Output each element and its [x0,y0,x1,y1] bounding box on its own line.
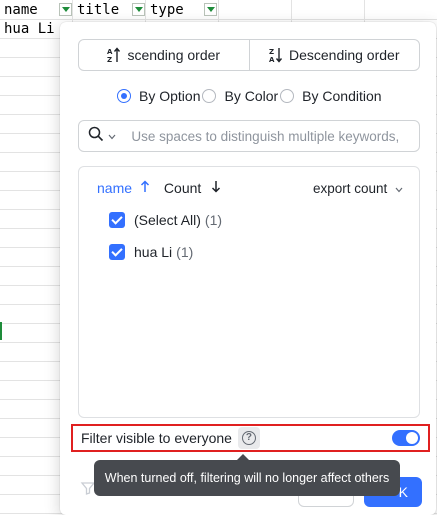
option-item-select-all[interactable]: (Select All) (1) [109,211,222,229]
arrow-up-icon [140,180,150,196]
chevron-down-icon [395,181,403,196]
option-checkbox[interactable] [109,244,125,260]
select-all-checkbox[interactable] [109,212,125,228]
chevron-down-icon [108,127,116,145]
selected-cell-marker [0,322,2,340]
help-button[interactable]: ? [237,427,260,449]
search-box [78,120,420,152]
radio-by-condition[interactable]: By Condition [280,88,382,104]
option-item-label: (Select All) [134,212,201,228]
svg-text:A: A [269,56,275,63]
sort-button-group: AZ scending order ZA Descending order [78,39,420,71]
sort-by-name-button[interactable]: name [97,180,150,196]
option-item-count: (1) [176,244,194,260]
svg-text:Z: Z [107,56,112,63]
radio-by-color-indicator [202,89,217,103]
column-header-name[interactable]: name [0,0,38,20]
column-filter-button-title[interactable] [132,3,145,16]
search-input[interactable] [129,127,419,145]
sort-descending-icon: ZA [269,47,283,63]
sort-ascending-label: scending order [127,47,221,63]
export-count-label: export count [312,180,388,196]
svg-text:Z: Z [269,48,274,56]
search-icon [88,126,104,147]
cell-name-row1[interactable]: hua Li [4,19,55,39]
radio-by-option[interactable]: By Option [117,88,200,104]
visibility-tooltip: When turned off, filtering will no longe… [94,454,400,496]
column-header-title[interactable]: title [73,0,119,20]
radio-by-option-label: By Option [139,88,201,104]
radio-by-condition-indicator [280,89,295,103]
radio-by-color-label: By Color [224,88,279,104]
export-count-dropdown[interactable]: export count [313,181,403,196]
arrow-down-icon [211,180,221,196]
filter-visibility-label: Filter visible to everyone [81,430,232,446]
search-scope-dropdown[interactable] [79,126,129,147]
radio-by-condition-label: By Condition [302,88,382,104]
sort-ascending-icon: AZ [107,47,121,63]
option-item-hua-li[interactable]: hua Li (1) [109,243,193,261]
filter-panel: AZ scending order ZA Descending order By… [60,22,436,515]
svg-text:A: A [107,48,113,56]
filter-mode-radio-group: By Option By Color By Condition [117,86,382,106]
radio-by-option-indicator [117,89,131,103]
filter-visibility-toggle[interactable] [392,430,420,446]
sort-by-count-button[interactable]: Count [164,180,221,196]
column-filter-button-name[interactable] [59,3,72,16]
column-header-type[interactable]: type [146,0,184,20]
option-list-header: name Count export count [97,178,403,198]
option-list: name Count export count (Select All) (1)… [78,166,420,418]
option-item-label: hua Li [134,244,173,260]
help-icon: ? [241,431,256,445]
sort-descending-button[interactable]: ZA Descending order [248,40,420,70]
sort-by-name-label: name [97,180,133,196]
sort-ascending-button[interactable]: AZ scending order [79,40,249,70]
filter-visibility-row: Filter visible to everyone ? [71,424,430,452]
sort-by-count-label: Count [163,180,202,196]
column-filter-button-type[interactable] [204,3,217,16]
sort-descending-label: Descending order [288,47,400,63]
option-item-count: (1) [204,212,223,228]
radio-by-color[interactable]: By Color [202,88,278,104]
